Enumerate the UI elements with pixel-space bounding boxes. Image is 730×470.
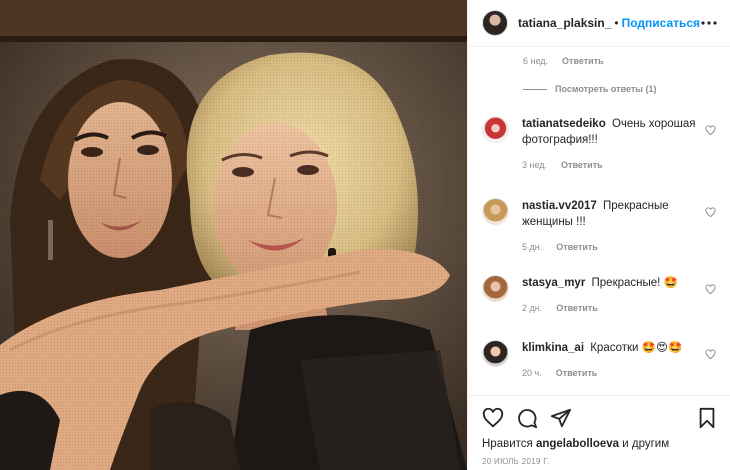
comment-text: klimkina_ai Красотки 🤩😍🤩	[522, 340, 697, 356]
reply-button[interactable]: Ответить	[556, 303, 598, 313]
heart-icon[interactable]	[482, 407, 504, 429]
reply-button[interactable]: Ответить	[556, 368, 598, 378]
post-side-panel: tatiana_plaksin_ • Подписаться 6 нед. От…	[467, 0, 730, 470]
comment-meta: 3 нед. Ответить	[522, 160, 697, 170]
post-header: tatiana_plaksin_ • Подписаться	[468, 0, 730, 47]
first-comment-meta: 6 нед. Ответить	[523, 56, 604, 66]
reply-button[interactable]: Ответить	[561, 160, 603, 170]
comment-username[interactable]: nastia.vv2017	[522, 200, 597, 212]
commenter-avatar[interactable]	[482, 340, 509, 367]
comment-item: nastia.vv2017 Прекрасные женщины !!! 5 д…	[482, 198, 722, 252]
author-username[interactable]: tatiana_plaksin_	[518, 16, 611, 30]
comment-message: Красотки 🤩😍🤩	[590, 342, 683, 354]
comment-message: Прекрасные! 🤩	[591, 277, 678, 289]
cross-stitch-portrait-image	[0, 0, 467, 470]
heart-icon[interactable]	[705, 207, 716, 218]
reply-button[interactable]: Ответить	[562, 56, 604, 66]
follow-button[interactable]: Подписаться	[622, 16, 700, 30]
comment-text: nastia.vv2017 Прекрасные женщины !!!	[522, 198, 697, 230]
comment-body: tatianatsedeiko Очень хорошая фотография…	[522, 116, 697, 170]
comment-username[interactable]: klimkina_ai	[522, 342, 584, 354]
comment-meta: 5 дн. Ответить	[522, 242, 697, 252]
comment-text: stasya_myr Прекрасные! 🤩	[522, 275, 697, 291]
action-icons	[482, 404, 718, 432]
author-avatar[interactable]	[482, 10, 508, 36]
view-replies-button[interactable]: Посмотреть ответы (1)	[523, 84, 656, 94]
heart-icon[interactable]	[705, 284, 716, 295]
comment-time: 5 дн.	[522, 242, 543, 252]
heart-icon[interactable]	[705, 125, 716, 136]
paper-plane-icon[interactable]	[550, 407, 572, 429]
heart-icon[interactable]	[705, 349, 716, 360]
more-dots-icon[interactable]	[700, 14, 718, 32]
comment-body: stasya_myr Прекрасные! 🤩 2 дн. Ответить	[522, 275, 697, 313]
reply-button[interactable]: Ответить	[556, 242, 598, 252]
comment-time: 3 нед.	[522, 160, 548, 170]
likes-line: Нравится angelabolloeva и другим	[482, 438, 718, 450]
comment-username[interactable]: stasya_myr	[522, 277, 585, 289]
comment-meta: 20 ч. Ответить	[522, 368, 697, 378]
view-replies-label: Посмотреть ответы (1)	[555, 84, 657, 94]
likes-prefix: Нравится	[482, 438, 533, 450]
header-separator: •	[614, 16, 619, 30]
comment-time: 20 ч.	[522, 368, 542, 378]
comment-item: tatianatsedeiko Очень хорошая фотография…	[482, 116, 722, 170]
likes-user[interactable]: angelabolloeva	[536, 438, 619, 450]
commenter-avatar[interactable]	[482, 198, 509, 225]
comment-item: stasya_myr Прекрасные! 🤩 2 дн. Ответить	[482, 275, 722, 313]
comment-meta: 2 дн. Ответить	[522, 303, 697, 313]
comments-list[interactable]: 6 нед. Ответить Посмотреть ответы (1) ta…	[468, 48, 730, 395]
post-actions: Нравится angelabolloeva и другим 20 июль…	[468, 395, 730, 470]
likes-suffix[interactable]: и другим	[622, 438, 669, 450]
comment-item: klimkina_ai Красотки 🤩😍🤩 20 ч. Ответить	[482, 340, 722, 378]
commenter-avatar[interactable]	[482, 275, 509, 302]
comment-body: nastia.vv2017 Прекрасные женщины !!! 5 д…	[522, 198, 697, 252]
comment-time: 6 нед.	[523, 56, 549, 66]
comment-username[interactable]: tatianatsedeiko	[522, 118, 606, 130]
bookmark-icon[interactable]	[696, 407, 718, 429]
post-date[interactable]: 20 июль 2019 г.	[482, 457, 718, 466]
comment-bubble-icon[interactable]	[516, 407, 538, 429]
comment-text: tatianatsedeiko Очень хорошая фотография…	[522, 116, 697, 148]
view-replies-line	[523, 88, 547, 90]
comment-body: klimkina_ai Красотки 🤩😍🤩 20 ч. Ответить	[522, 340, 697, 378]
commenter-avatar[interactable]	[482, 116, 509, 143]
post-photo[interactable]	[0, 0, 467, 470]
comment-time: 2 дн.	[522, 303, 543, 313]
